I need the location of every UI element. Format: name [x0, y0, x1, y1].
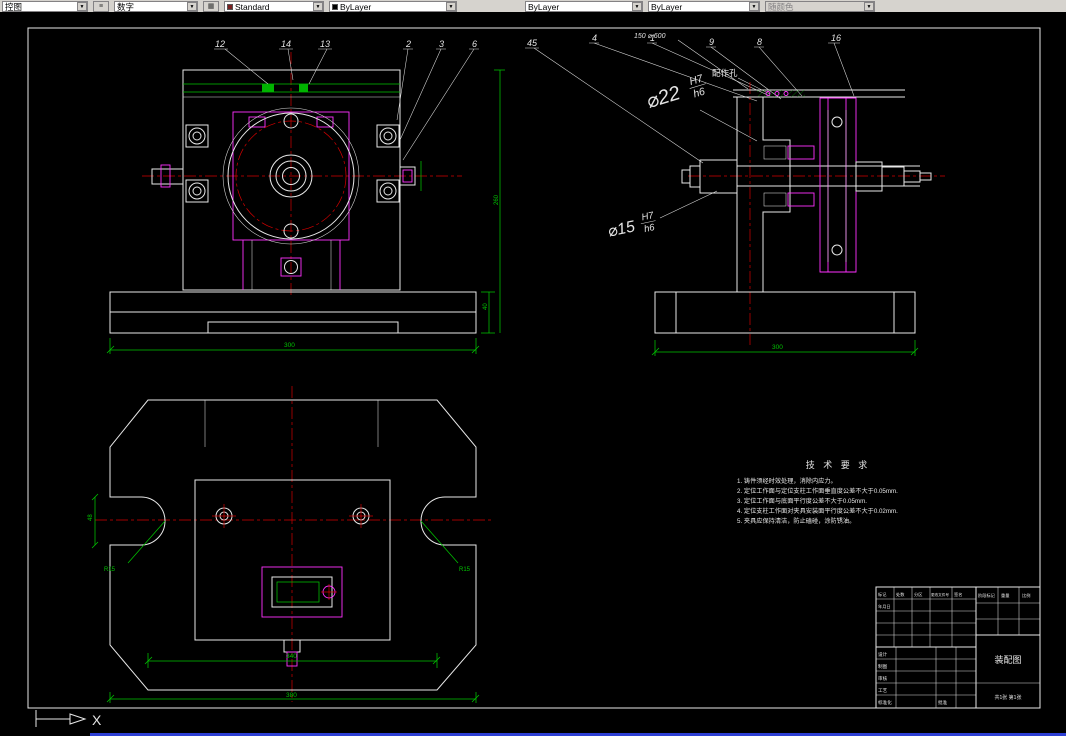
- tech-req-item: 4. 定位支柱工作面对夹具安装面平行度公差不大于0.02mm.: [737, 507, 898, 515]
- dim-label[interactable]: 300: [284, 342, 295, 349]
- dim-style-combo[interactable]: Standard ▼: [224, 1, 324, 12]
- dim-label[interactable]: 300: [772, 344, 783, 351]
- linetype-combo[interactable]: ByLayer ▼: [525, 1, 643, 12]
- balloon-number[interactable]: 13: [320, 39, 330, 49]
- dim-label[interactable]: 48: [88, 514, 94, 521]
- lineweight-combo[interactable]: ByLayer ▼: [648, 1, 760, 12]
- dropdown-arrow-icon[interactable]: ▼: [187, 2, 197, 11]
- dim-label[interactable]: 260: [494, 194, 500, 205]
- tech-req-title: 技 术 要 求: [806, 459, 871, 470]
- tb-sign-label: 工艺: [878, 688, 888, 693]
- tb-sign-label: 审核: [878, 675, 888, 682]
- item-balloons-right[interactable]: 45 4 1 9 8 16: [525, 33, 855, 164]
- style-manager-icon[interactable]: ▦: [203, 1, 219, 12]
- dropdown-arrow-icon[interactable]: ▼: [446, 2, 456, 11]
- color-control-value: ByLayer: [340, 1, 372, 12]
- tech-req-item: 1. 铸件须经时效处理，消除内应力。: [737, 477, 837, 485]
- dim-style-icon: [227, 3, 233, 10]
- tb-sign-label: 批准: [938, 699, 948, 706]
- drawing-canvas[interactable]: 300 40 260 12 14 13 2 3 6 45 4 1 9 8 16 …: [0, 12, 1066, 736]
- balloon-number[interactable]: 4: [592, 33, 597, 43]
- balloon-number[interactable]: 3: [439, 39, 444, 49]
- tech-req-item: 3. 定位工作面与底面平行度公差不大于0.05mm.: [737, 497, 867, 505]
- fit-dia[interactable]: ⌀15: [606, 218, 636, 240]
- fit-callout-15[interactable]: ⌀15 H7 h6: [605, 210, 658, 243]
- linetype-value: ByLayer: [528, 1, 560, 12]
- plot-style-value: 随颜色: [768, 1, 794, 12]
- tb-change-header: 标记: [878, 591, 887, 598]
- text-style-combo[interactable]: 数字 ▼: [114, 1, 198, 12]
- color-swatch: [332, 3, 338, 10]
- fit-dia[interactable]: ⌀22: [644, 82, 683, 113]
- taper-note[interactable]: 150 ⌀ 600: [634, 33, 666, 40]
- tech-req-item: 5. 夹具应保持清洁，防止磕碰，涂防锈油。: [737, 517, 855, 525]
- plan-view[interactable]: 340 380 R15 R15 48: [88, 386, 492, 703]
- tb-scale-label: 比例: [1022, 592, 1030, 599]
- tb-sheet-note: 共1张 第1张: [995, 694, 1022, 701]
- match-hole-note[interactable]: 配作孔: [712, 68, 738, 78]
- dropdown-arrow-icon[interactable]: ▼: [313, 2, 323, 11]
- tb-stage-label: 阶段标记: [978, 592, 996, 599]
- dropdown-arrow-icon[interactable]: ▼: [77, 2, 87, 11]
- ucs-icon: X: [35, 710, 102, 728]
- properties-toolbar: 控图 ▼ ≡ 数字 ▼ ▦ Standard ▼ ByLayer ▼ ByLay…: [0, 0, 1066, 12]
- balloon-number[interactable]: 9: [709, 37, 714, 47]
- text-style-value: 数字: [117, 1, 135, 12]
- callouts[interactable]: 150 ⌀ 600 配作孔 ⌀22 H7 h6 ⌀15 H7 h6: [605, 33, 771, 243]
- dropdown-arrow-icon: ▼: [864, 2, 874, 11]
- tb-change-header: 年月日: [878, 603, 891, 610]
- fit-lower[interactable]: h6: [692, 85, 707, 100]
- tb-sign-label: 制图: [878, 663, 888, 670]
- tb-change-header: 更改文件号: [931, 592, 949, 597]
- tech-req-item: 2. 定位工作面与定位支柱工作面垂直度公差不大于0.05mm.: [737, 487, 898, 495]
- tb-change-header: 处数: [896, 591, 905, 598]
- plot-style-combo: 随颜色 ▼: [765, 1, 875, 12]
- dim-style-value: Standard: [235, 1, 270, 12]
- section-view[interactable]: 300: [651, 82, 945, 356]
- tb-weight-label: 重量: [1001, 592, 1009, 599]
- fit-lower[interactable]: h6: [643, 222, 656, 235]
- balloon-number[interactable]: 14: [281, 39, 291, 49]
- dim-label[interactable]: 380: [286, 692, 297, 699]
- layer-control-value: 控图: [5, 1, 23, 12]
- autocad-window: 控图 ▼ ≡ 数字 ▼ ▦ Standard ▼ ByLayer ▼ ByLay…: [0, 0, 1066, 736]
- dropdown-arrow-icon[interactable]: ▼: [749, 2, 759, 11]
- color-control-combo[interactable]: ByLayer ▼: [329, 1, 457, 12]
- dim-label[interactable]: R15: [459, 567, 471, 573]
- front-view[interactable]: 300 40 260: [106, 52, 505, 354]
- balloon-number[interactable]: 45: [527, 38, 538, 48]
- tb-sign-label: 设计: [878, 651, 888, 658]
- dim-label[interactable]: R15: [104, 567, 116, 573]
- balloon-number[interactable]: 16: [831, 33, 841, 43]
- tb-sign-label: 标准化: [878, 699, 892, 706]
- drawing-svg[interactable]: 300 40 260 12 14 13 2 3 6 45 4 1 9 8 16 …: [0, 12, 1066, 736]
- balloon-number[interactable]: 6: [472, 39, 477, 49]
- tb-drawing-title: 装配图: [994, 654, 1021, 665]
- balloon-number[interactable]: 8: [757, 37, 762, 47]
- title-block[interactable]: 标记 处数 分区 更改文件号 签名 年月日 设计 制图 审核 工艺 标准化 批准…: [875, 586, 1041, 709]
- balloon-number[interactable]: 12: [215, 39, 225, 49]
- tech-requirements[interactable]: 技 术 要 求 1. 铸件须经时效处理，消除内应力。 2. 定位工作面与定位支柱…: [737, 459, 898, 525]
- balloon-number[interactable]: 2: [405, 39, 411, 49]
- item-balloons-left[interactable]: 12 14 13 2 3 6: [214, 39, 479, 161]
- dim-label[interactable]: 40: [483, 303, 489, 310]
- lineweight-value: ByLayer: [651, 1, 683, 12]
- dropdown-arrow-icon[interactable]: ▼: [632, 2, 642, 11]
- fit-callout-22[interactable]: ⌀22 H7 h6: [643, 72, 710, 114]
- layer-control-combo[interactable]: 控图 ▼: [2, 1, 88, 12]
- tb-change-header: 签名: [954, 591, 962, 598]
- layer-states-icon[interactable]: ≡: [93, 1, 109, 12]
- ucs-x-label: X: [92, 712, 102, 728]
- tb-change-header: 分区: [914, 591, 922, 598]
- dim-label[interactable]: 340: [286, 653, 297, 660]
